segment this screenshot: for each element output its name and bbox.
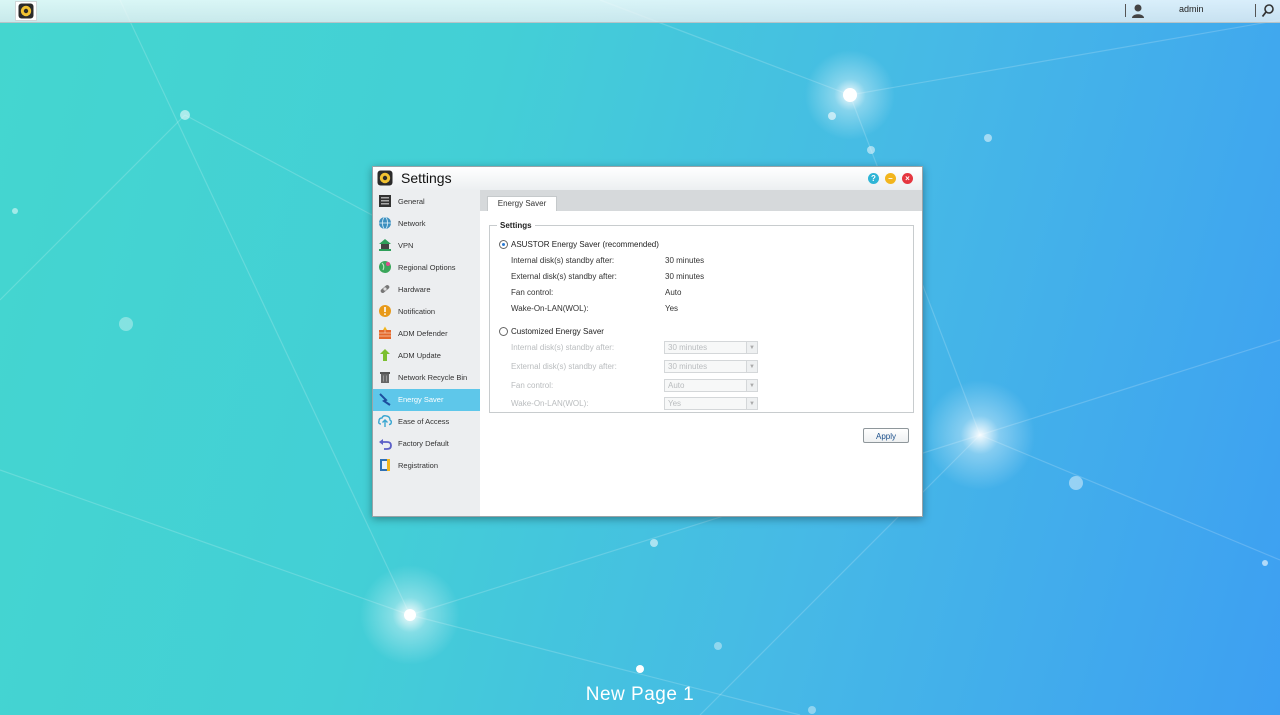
fan-control-value: Auto <box>665 288 682 297</box>
network-icon <box>379 216 391 230</box>
minimize-button[interactable]: – <box>885 173 896 184</box>
chevron-down-icon: ▼ <box>746 361 757 372</box>
select-value: 30 minutes <box>668 343 708 352</box>
custom-wol-select[interactable]: Yes ▼ <box>664 397 758 410</box>
custom-external-disk-standby-label: External disk(s) standby after: <box>511 362 617 371</box>
regional-options-icon <box>379 261 391 273</box>
internal-disk-standby-value: 30 minutes <box>665 256 705 265</box>
custom-external-disk-standby-select[interactable]: 30 minutes ▼ <box>664 360 758 373</box>
select-value: Yes <box>668 399 682 408</box>
wol-label: Wake-On-LAN(WOL): <box>511 304 589 313</box>
window-title: Settings <box>401 170 452 186</box>
factory-default-icon <box>379 439 392 450</box>
energy-saver-icon <box>379 393 391 406</box>
sidebar-item-notification[interactable]: Notification <box>373 301 480 323</box>
sidebar-item-adm-update[interactable]: ADM Update <box>373 345 480 367</box>
tab-strip: Energy Saver <box>480 190 922 211</box>
sidebar-item-label: Network Recycle Bin <box>398 373 468 382</box>
custom-fan-control-select[interactable]: Auto ▼ <box>664 379 758 392</box>
tab-energy-saver[interactable]: Energy Saver <box>487 196 557 211</box>
help-button[interactable]: ? <box>868 173 879 184</box>
divider <box>1125 4 1126 17</box>
sidebar-item-label: ADM Defender <box>398 329 448 338</box>
chevron-down-icon: ▼ <box>746 380 757 391</box>
wol-value: Yes <box>665 304 679 313</box>
custom-fan-control-label: Fan control: <box>511 381 554 390</box>
radio-button-selected[interactable] <box>499 240 508 249</box>
sidebar-item-label: General <box>398 197 425 206</box>
sidebar-item-hardware[interactable]: Hardware <box>373 279 480 301</box>
fieldset-legend: Settings <box>497 221 535 230</box>
sidebar-item-adm-defender[interactable]: ADM Defender <box>373 323 480 345</box>
sidebar-item-factory-default[interactable]: Factory Default <box>373 433 480 455</box>
sidebar-item-label: Registration <box>398 461 439 470</box>
sidebar-item-energy-saver[interactable]: Energy Saver <box>373 389 480 411</box>
user-icon[interactable] <box>1131 3 1145 19</box>
chevron-down-icon: ▼ <box>746 398 757 409</box>
sidebar-item-label: Notification <box>398 307 436 316</box>
sidebar-item-label: ADM Update <box>398 351 441 360</box>
adm-defender-icon <box>379 326 391 339</box>
sidebar-item-network-recycle-bin[interactable]: Network Recycle Bin <box>373 367 480 389</box>
external-disk-standby-value: 30 minutes <box>665 272 705 281</box>
custom-internal-disk-standby-label: Internal disk(s) standby after: <box>511 343 615 352</box>
custom-wol-label: Wake-On-LAN(WOL): <box>511 399 589 408</box>
chevron-down-icon: ▼ <box>746 342 757 353</box>
divider <box>1255 4 1256 17</box>
sidebar-item-label: Energy Saver <box>398 395 444 404</box>
settings-sidebar: General Network VPN Regional Options Har… <box>373 190 481 516</box>
fan-control-label: Fan control: <box>511 288 554 297</box>
sidebar-item-label: Ease of Access <box>398 417 450 426</box>
settings-app-button[interactable] <box>15 1 37 21</box>
registration-icon <box>380 459 390 471</box>
settings-window: Settings ? – × General Network VPN Regio… <box>372 166 923 517</box>
gear-icon <box>18 3 34 19</box>
sidebar-item-label: VPN <box>398 241 414 250</box>
sidebar-item-regional-options[interactable]: Regional Options <box>373 257 480 279</box>
select-value: Auto <box>668 381 685 390</box>
close-icon: × <box>905 173 910 183</box>
help-icon: ? <box>871 173 876 183</box>
general-icon <box>379 195 391 207</box>
internal-disk-standby-label: Internal disk(s) standby after: <box>511 256 615 265</box>
adm-update-icon <box>380 349 390 361</box>
sidebar-item-network[interactable]: Network <box>373 213 480 235</box>
desktop-page-label: New Page 1 <box>585 684 695 705</box>
taskbar: admin <box>0 0 1280 23</box>
external-disk-standby-label: External disk(s) standby after: <box>511 272 617 281</box>
page-indicator-dot[interactable] <box>636 665 644 673</box>
settings-app-icon <box>377 170 393 186</box>
username-label[interactable]: admin <box>1179 4 1204 14</box>
sidebar-item-general[interactable]: General <box>373 191 480 213</box>
select-value: 30 minutes <box>668 362 708 371</box>
radio-label: ASUSTOR Energy Saver (recommended) <box>511 240 659 249</box>
search-icon[interactable] <box>1261 3 1275 19</box>
close-button[interactable]: × <box>902 173 913 184</box>
custom-internal-disk-standby-select[interactable]: 30 minutes ▼ <box>664 341 758 354</box>
sidebar-item-registration[interactable]: Registration <box>373 455 480 477</box>
sidebar-item-ease-of-access[interactable]: Ease of Access <box>373 411 480 433</box>
sidebar-item-vpn[interactable]: VPN <box>373 235 480 257</box>
minimize-icon: – <box>888 173 893 183</box>
sidebar-item-label: Hardware <box>398 285 431 294</box>
ease-of-access-icon <box>378 415 392 427</box>
hardware-icon <box>380 285 390 293</box>
vpn-icon <box>379 239 391 251</box>
sidebar-item-label: Factory Default <box>398 439 449 448</box>
apply-button[interactable]: Apply <box>863 428 909 443</box>
radio-customized-energy-saver[interactable]: Customized Energy Saver <box>499 327 604 336</box>
radio-recommended-energy-saver[interactable]: ASUSTOR Energy Saver (recommended) <box>499 240 659 249</box>
radio-button-unselected[interactable] <box>499 327 508 336</box>
window-titlebar[interactable]: Settings ? – × <box>373 167 922 191</box>
sidebar-item-label: Network <box>398 219 426 228</box>
notification-icon <box>379 305 391 317</box>
settings-content: Energy Saver Settings ASUSTOR Energy Sav… <box>480 190 922 516</box>
sidebar-item-label: Regional Options <box>398 263 456 272</box>
recycle-bin-icon <box>380 372 390 383</box>
radio-label: Customized Energy Saver <box>511 327 604 336</box>
